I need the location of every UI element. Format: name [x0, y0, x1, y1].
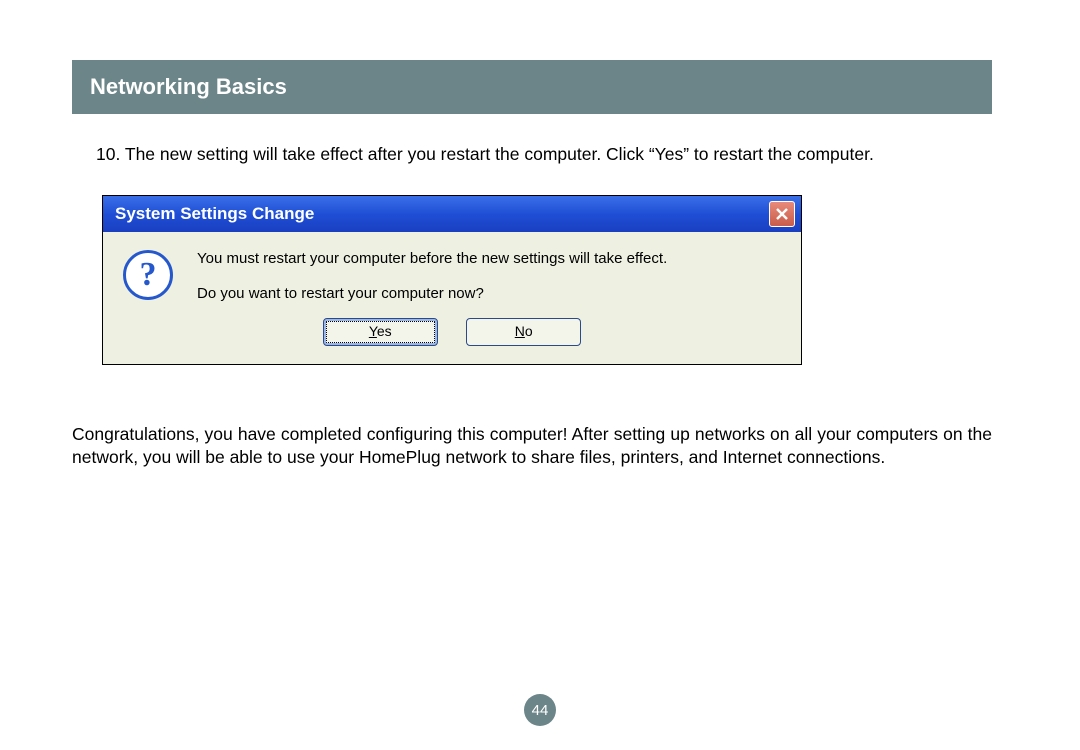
page-number-badge: 44 [524, 694, 556, 726]
section-header: Networking Basics [72, 60, 992, 114]
no-button[interactable]: No [466, 318, 581, 346]
document-page: Networking Basics 10. The new setting wi… [72, 60, 992, 470]
dialog-message-1: You must restart your computer before th… [197, 250, 781, 267]
dialog-button-row: Yes No [103, 318, 801, 364]
close-icon [775, 207, 789, 221]
close-button[interactable] [769, 201, 795, 227]
dialog-message-2: Do you want to restart your computer now… [197, 285, 781, 302]
system-settings-dialog: System Settings Change ? You must restar… [102, 195, 802, 365]
section-title: Networking Basics [90, 74, 287, 99]
dialog-titlebar: System Settings Change [103, 196, 801, 232]
page-number: 44 [532, 702, 549, 719]
dialog-body: ? You must restart your computer before … [103, 232, 801, 318]
no-underline: N [515, 323, 525, 339]
question-icon: ? [123, 250, 177, 304]
yes-button[interactable]: Yes [323, 318, 438, 346]
yes-rest: es [377, 323, 392, 339]
no-rest: o [525, 323, 533, 339]
dialog-title: System Settings Change [115, 204, 314, 224]
congratulations-text: Congratulations, you have completed conf… [72, 423, 992, 470]
dialog-message-column: You must restart your computer before th… [197, 250, 781, 304]
question-mark: ? [123, 250, 173, 300]
step-instruction: 10. The new setting will take effect aft… [96, 142, 952, 167]
yes-underline: Y [369, 323, 377, 339]
